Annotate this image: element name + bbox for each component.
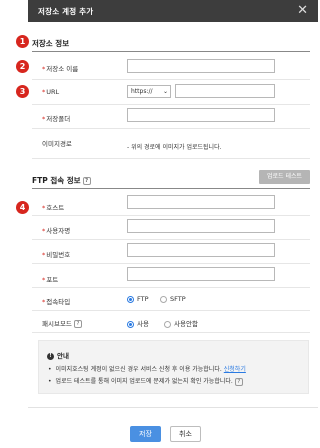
folder-label: *저장폴더: [42, 115, 71, 123]
url-label: *URL: [42, 88, 60, 96]
row-divider: [32, 287, 310, 288]
cancel-button[interactable]: 취소: [170, 426, 201, 442]
radio-passive-on-dot[interactable]: [127, 320, 134, 328]
passive-mode-label: 패시브모드?: [42, 318, 82, 328]
radio-passive-off-dot[interactable]: [164, 320, 171, 328]
row-divider: [32, 215, 310, 216]
help-icon[interactable]: ?: [234, 377, 243, 386]
apply-link[interactable]: 신청하기: [224, 366, 246, 373]
storage-name-label: *저장소 이름: [42, 65, 79, 73]
info-icon: !: [47, 352, 54, 360]
user-input[interactable]: [127, 219, 275, 233]
dialog-title: 저장소 계정 추가: [38, 7, 94, 16]
radio-passive-on[interactable]: 사용: [127, 318, 149, 328]
row-divider: [32, 79, 310, 80]
radio-ftp-dot[interactable]: [127, 295, 134, 303]
radio-sftp[interactable]: SFTP: [160, 295, 186, 303]
step-badge-2: 2: [16, 60, 29, 73]
info-heading: ! 안내: [47, 350, 69, 360]
host-input[interactable]: [127, 195, 275, 209]
url-input[interactable]: [175, 84, 275, 98]
port-input[interactable]: [127, 267, 275, 281]
step-badge-4: 4: [16, 201, 29, 214]
close-icon[interactable]: ✕: [297, 3, 308, 19]
radio-sftp-dot[interactable]: [160, 295, 167, 303]
storage-name-input[interactable]: [127, 59, 275, 73]
row-divider: [32, 158, 310, 159]
image-path-note: - 위의 경로에 이미지가 업로드됩니다.: [127, 144, 222, 151]
dialog-titlebar: 저장소 계정 추가 ✕: [28, 0, 318, 22]
port-label: *포트: [42, 276, 59, 284]
row-divider: [32, 128, 310, 129]
section-divider: [32, 188, 310, 189]
host-label: *호스트: [42, 204, 65, 212]
radio-ftp[interactable]: FTP: [127, 295, 149, 303]
help-icon[interactable]: ?: [82, 177, 91, 185]
password-input[interactable]: [127, 243, 275, 257]
row-divider: [32, 239, 310, 240]
save-button[interactable]: 저장: [130, 426, 161, 442]
url-protocol-select[interactable]: https:// ⌄: [127, 85, 171, 98]
step-badge-1: 1: [16, 35, 29, 48]
folder-input[interactable]: [127, 108, 275, 122]
connection-type-label: *접속타입: [42, 298, 71, 306]
radio-passive-off[interactable]: 사용안함: [164, 318, 198, 328]
user-label: *사용자명: [42, 227, 71, 235]
step-badge-3: 3: [16, 85, 29, 98]
chevron-down-icon: ⌄: [162, 88, 168, 95]
footer-divider: [28, 407, 318, 408]
image-path-label: 이미지경로: [42, 140, 72, 148]
row-divider: [32, 332, 310, 333]
ftp-section-title: FTP 접속 정보?: [32, 175, 91, 186]
storage-section-title: 저장소 정보: [32, 39, 70, 48]
upload-test-button[interactable]: 업로드 테스트: [259, 170, 310, 184]
row-divider: [32, 263, 310, 264]
help-icon[interactable]: ?: [73, 320, 82, 328]
info-box: ! 안내 • 이미지호스팅 계정이 없으신 경우 서비스 신청 후 이용 가능합니다…: [38, 340, 309, 394]
info-line-1: • 이미지호스팅 계정이 없으신 경우 서비스 신청 후 이용 가능합니다. 신청하…: [48, 366, 246, 373]
row-divider: [32, 104, 310, 105]
row-divider: [32, 310, 310, 311]
password-label: *비밀번호: [42, 251, 71, 259]
url-protocol-value: https://: [131, 88, 153, 95]
section-divider: [32, 51, 310, 52]
info-line-2: • 업로드 테스트를 통해 이미지 업로드에 문제가 없는지 확인 가능합니다.?: [48, 376, 243, 386]
